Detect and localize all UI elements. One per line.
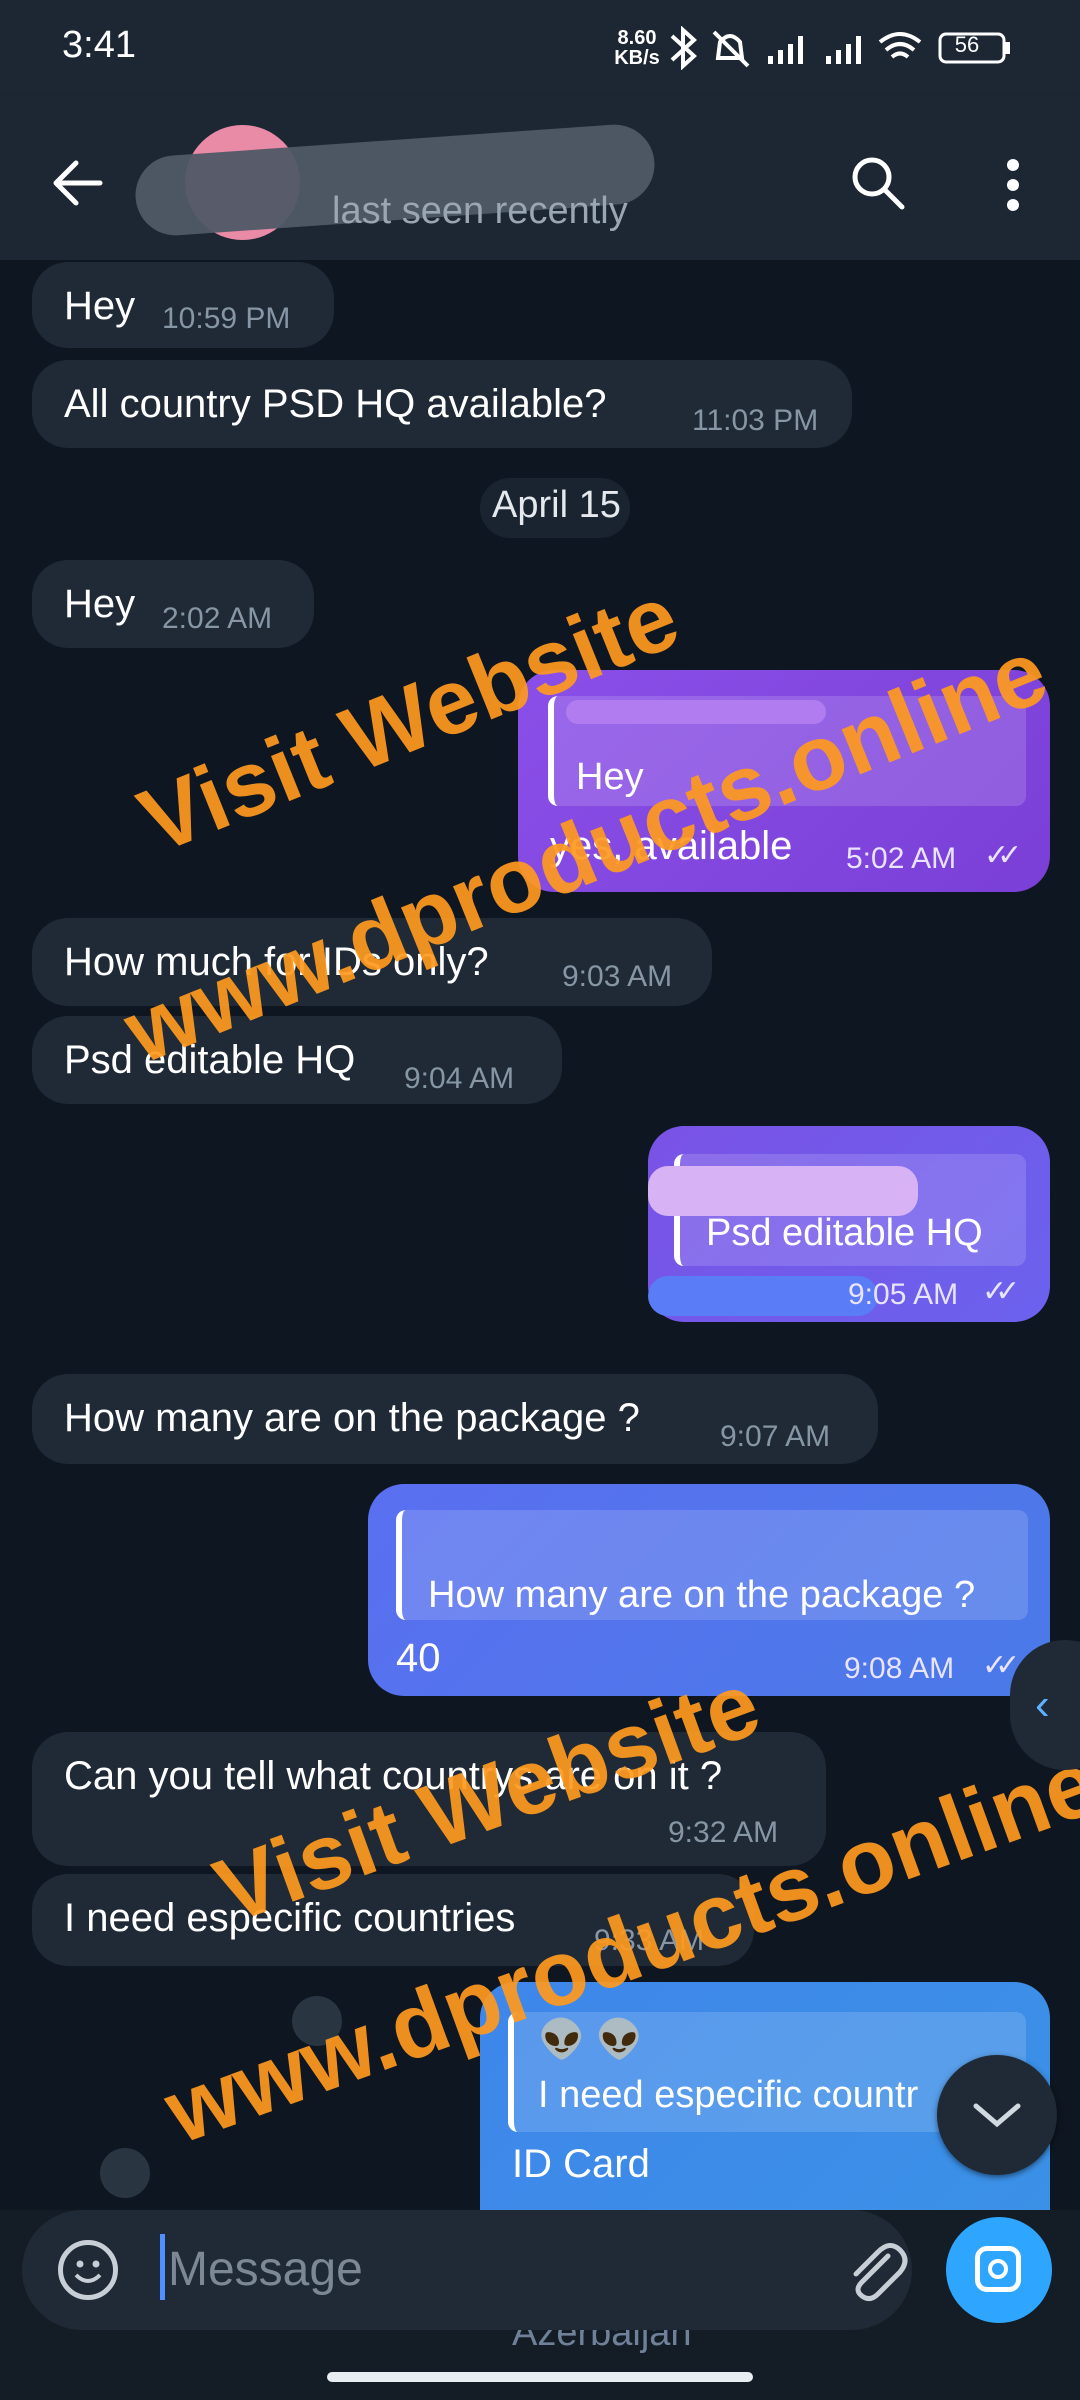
net-speed: 8.60 KB/s — [614, 27, 660, 69]
more-vertical-icon[interactable] — [998, 155, 1028, 215]
message-bubble[interactable]: Hey 2:02 AM — [32, 560, 314, 648]
redacted-sender — [648, 1166, 918, 1216]
message-text: Hey — [64, 582, 136, 626]
message-time: 2:02 AM — [162, 602, 273, 635]
message-text: ID Card — [512, 2142, 650, 2186]
emoji-icon[interactable] — [58, 2240, 118, 2300]
signal-icon-2 — [826, 36, 861, 64]
reply-quote-text: Psd editable HQ — [706, 1212, 983, 1254]
chat-area[interactable]: Hey 10:59 PM All country PSD HQ availabl… — [0, 260, 1080, 2210]
message-bubble[interactable]: How many are on the package ? 9:07 AM — [32, 1374, 878, 1464]
message-time: 5:02 AM — [846, 842, 957, 875]
search-icon[interactable] — [850, 155, 906, 211]
double-check-icon: ✓✓ — [984, 839, 1022, 872]
message-bubble[interactable]: All country PSD HQ available? 11:03 PM — [32, 360, 852, 448]
message-bubble-outgoing[interactable]: Psd editable HQ 9:05 AM ✓✓ — [648, 1126, 1050, 1322]
chevron-left-icon[interactable]: ‹ — [1035, 1680, 1050, 1730]
bluetooth-icon — [670, 26, 697, 70]
message-time: 10:59 PM — [162, 302, 291, 335]
back-icon[interactable] — [50, 155, 106, 211]
reply-quote-text: How many are on the package ? — [428, 1574, 976, 1616]
message-time: 11:03 PM — [692, 404, 819, 437]
message-text: Hey — [64, 284, 136, 328]
redacted-text — [648, 1276, 878, 1316]
wifi-icon — [878, 32, 922, 59]
smile-face — [74, 2260, 102, 2283]
last-seen-status: last seen recently — [332, 190, 628, 232]
message-bubble[interactable]: Psd editable HQ 9:04 AM — [32, 1016, 562, 1104]
message-input[interactable] — [166, 2228, 770, 2310]
message-text: All country PSD HQ available? — [64, 382, 607, 426]
chevron-down-icon[interactable] — [972, 2100, 1022, 2130]
message-time: 9:05 AM — [848, 1278, 959, 1311]
message-time: 9:08 AM — [844, 1652, 955, 1685]
date-separator-label: April 15 — [492, 484, 621, 526]
status-time: 3:41 — [62, 24, 136, 66]
message-text: How many are on the package ? — [64, 1396, 640, 1440]
reply-quote-text: I need especific countr — [538, 2074, 919, 2116]
message-text: 40 — [396, 1636, 441, 1680]
message-time: 9:07 AM — [720, 1420, 831, 1453]
home-indicator[interactable] — [327, 2372, 753, 2382]
double-check-icon: ✓✓ — [982, 1275, 1020, 1308]
attach-icon[interactable] — [840, 2236, 910, 2306]
message-bubble[interactable]: Hey 10:59 PM — [32, 262, 334, 348]
signal-icon-1 — [768, 36, 803, 64]
bell-off-icon — [712, 30, 750, 68]
battery-level: 56 — [954, 32, 980, 57]
camera-lens — [988, 2259, 1008, 2279]
double-check-icon: ✓✓ — [982, 1649, 1020, 1682]
message-time: 9:03 AM — [562, 960, 673, 993]
decor-dot — [100, 2148, 150, 2198]
text-caret — [160, 2234, 165, 2300]
message-time: 9:04 AM — [404, 1062, 515, 1095]
